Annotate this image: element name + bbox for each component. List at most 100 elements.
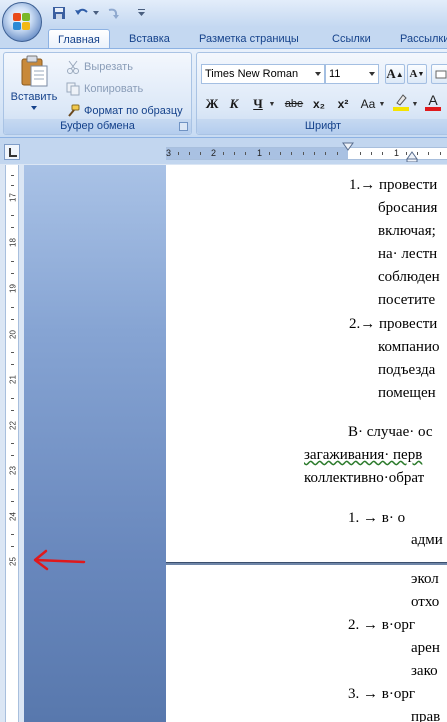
paste-label: Вставить: [10, 91, 58, 103]
grow-font-icon: ▲: [395, 69, 404, 79]
font-color-button[interactable]: A: [423, 92, 443, 112]
copy-button[interactable]: Копировать: [66, 80, 143, 98]
document-page-1[interactable]: 1.→ провести бросания включая; на· лестн…: [166, 165, 447, 562]
vruler-number: 24: [8, 512, 18, 521]
redo-icon[interactable]: [104, 4, 122, 22]
change-case-dropdown-icon[interactable]: ▼: [378, 94, 386, 114]
doc-line: коллективно·обрат: [304, 470, 425, 486]
hruler-number: 1: [257, 148, 263, 158]
first-line-indent-marker[interactable]: [342, 142, 354, 152]
doc-line: 1. → в· о: [348, 510, 406, 526]
ribbon: Вставить Вырезать Копировать Формат по о…: [0, 48, 447, 138]
vruler-number: 17: [8, 193, 18, 202]
format-painter-button[interactable]: Формат по образцу: [66, 102, 183, 120]
clipboard-group-label: Буфер обмена: [4, 119, 191, 134]
strikethrough-button[interactable]: abe: [281, 94, 307, 114]
clear-formatting-icon: [435, 70, 447, 79]
office-logo-icon: [13, 13, 31, 31]
hruler-number: 2: [211, 148, 217, 158]
doc-line: 3. → в·орг: [348, 686, 415, 702]
change-case-button[interactable]: Aa: [357, 94, 379, 114]
grow-font-button[interactable]: A ▲: [385, 64, 405, 84]
doc-line: 2. → в·орг: [348, 617, 415, 633]
hruler-number: 3: [166, 148, 172, 158]
font-size-combo[interactable]: 11: [325, 64, 379, 84]
clipboard-dialog-launcher[interactable]: [179, 122, 188, 131]
tab-mailings[interactable]: Рассылки: [391, 29, 447, 49]
paste-dropdown-icon[interactable]: [31, 106, 37, 110]
shrink-font-button[interactable]: A ▼: [407, 64, 427, 84]
save-icon[interactable]: [50, 4, 68, 22]
ribbon-tabs: Главная Вставка Разметка страницы Ссылки…: [0, 27, 447, 49]
doc-line: загаживания· перв: [304, 447, 423, 463]
superscript-button[interactable]: x²: [333, 94, 353, 114]
font-name-value: Times New Roman: [205, 68, 299, 80]
doc-line: зако: [411, 663, 438, 679]
doc-line: на· лестн: [378, 246, 438, 262]
horizontal-ruler[interactable]: 3 2 1 1: [166, 147, 447, 160]
doc-line: помещен: [378, 385, 436, 401]
highlighter-icon: [396, 94, 407, 106]
doc-line: В· случае· ос: [348, 424, 433, 440]
italic-button[interactable]: К: [225, 94, 243, 114]
paintbrush-icon: [68, 104, 80, 117]
tab-page-layout[interactable]: Разметка страницы: [190, 29, 308, 49]
title-bar: [0, 0, 447, 27]
doc-line: 2.→ провести: [349, 316, 438, 332]
doc-line: арен: [411, 640, 440, 656]
hruler-number: 1: [394, 148, 400, 158]
customize-quick-access-icon[interactable]: [136, 4, 146, 22]
doc-line: 1.→ провести: [349, 177, 438, 193]
highlight-dropdown-icon[interactable]: ▼: [411, 94, 419, 114]
font-group-label: Шрифт: [197, 119, 447, 134]
grow-font-label: A: [386, 66, 396, 81]
tab-home[interactable]: Главная: [48, 29, 110, 49]
format-painter-label: Формат по образцу: [84, 105, 183, 117]
font-name-combo[interactable]: Times New Roman: [201, 64, 325, 84]
font-color-bar: [425, 107, 441, 111]
underline-button[interactable]: Ч: [249, 94, 267, 114]
cut-label: Вырезать: [84, 61, 133, 73]
undo-icon[interactable]: [73, 4, 91, 22]
highlight-button[interactable]: [391, 92, 411, 112]
tab-insert[interactable]: Вставка: [120, 29, 179, 49]
font-size-dropdown-icon[interactable]: [366, 65, 378, 83]
doc-line: адми: [411, 532, 443, 548]
doc-line: компанио: [378, 339, 440, 355]
vruler-number: 21: [8, 375, 18, 384]
office-button[interactable]: [2, 2, 42, 42]
tab-references[interactable]: Ссылки: [323, 29, 380, 49]
vruler-number: 20: [8, 330, 18, 339]
highlight-color-bar: [393, 107, 409, 111]
doc-line: бросания: [378, 200, 438, 216]
font-color-icon: A: [428, 92, 438, 108]
copy-icon: [66, 82, 80, 96]
cut-button[interactable]: Вырезать: [66, 58, 133, 76]
red-arrow-annotation-icon: [33, 549, 86, 571]
doc-line: отхо: [411, 594, 440, 610]
doc-line: включая;: [378, 223, 436, 239]
undo-dropdown-icon[interactable]: [92, 4, 100, 22]
underline-dropdown-icon[interactable]: ▼: [267, 94, 277, 114]
shrink-font-icon: ▼: [417, 70, 425, 78]
doc-line: посетите: [378, 292, 436, 308]
tab-stop-selector[interactable]: [4, 144, 20, 160]
vruler-number: 22: [8, 421, 18, 430]
clear-formatting-button[interactable]: [431, 64, 447, 84]
vruler-number: 18: [8, 238, 18, 247]
vruler-number: 25: [8, 557, 18, 566]
hanging-indent-marker[interactable]: [406, 151, 418, 162]
document-page-2[interactable]: экол отхо 2. → в·орг арен зако 3. → в·ор…: [166, 565, 447, 722]
subscript-button[interactable]: x₂: [309, 94, 329, 114]
clipboard-group: Вставить Вырезать Копировать Формат по о…: [3, 52, 192, 135]
bold-button[interactable]: Ж: [203, 94, 221, 114]
doc-line: соблюден: [378, 269, 440, 285]
paste-button[interactable]: Вставить: [8, 55, 60, 119]
ruler-bar: 3 2 1 1: [0, 138, 447, 164]
font-group: Times New Roman 11 A ▲ A ▼ Ж К Ч ▼ abe x₂ …: [196, 52, 447, 135]
vertical-ruler[interactable]: 17 18 19 20 21 22 23 24 25: [5, 165, 19, 722]
vruler-number: 23: [8, 466, 18, 475]
shrink-font-label: A: [409, 68, 418, 80]
font-name-dropdown-icon[interactable]: [312, 65, 324, 83]
doc-line: подъезда: [378, 362, 436, 378]
